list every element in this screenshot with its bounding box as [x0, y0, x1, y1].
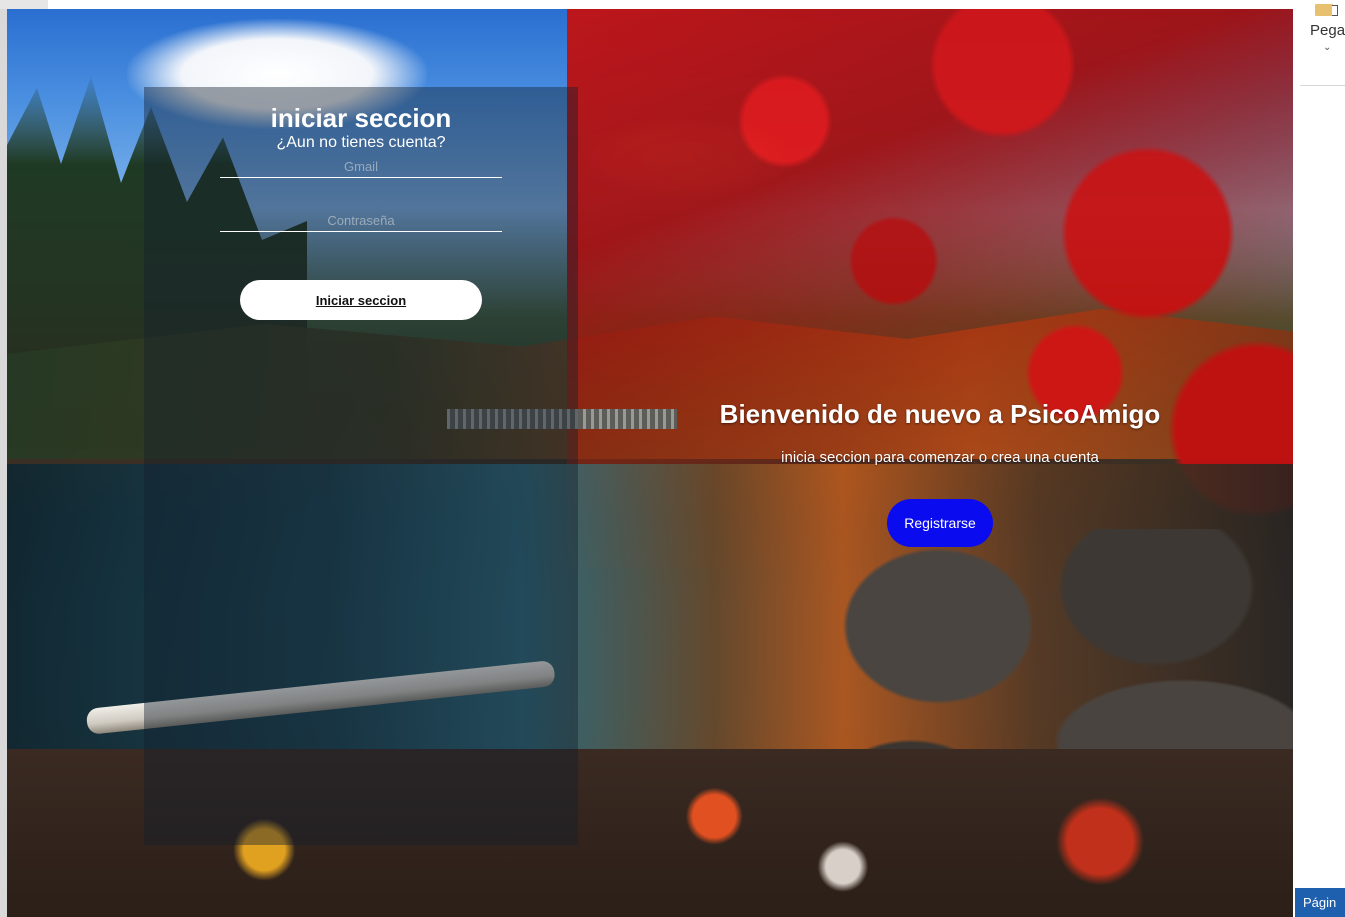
- left-window-edge: [0, 0, 7, 917]
- welcome-title: Bienvenido de nuevo a PsicoAmigo: [719, 399, 1161, 429]
- paste-icon[interactable]: [1315, 4, 1338, 16]
- paste-label[interactable]: Pega: [1310, 22, 1345, 39]
- register-button[interactable]: Registrarse: [887, 499, 993, 547]
- welcome-subtitle: inicia seccion para comenzar o crea una …: [781, 449, 1099, 466]
- ribbon-divider: [1300, 85, 1345, 86]
- page-status-indicator: Págin: [1295, 888, 1345, 917]
- left-window-tab: [0, 0, 48, 9]
- login-panel: iniciar seccion ¿Aun no tienes cuenta? I…: [144, 87, 578, 845]
- chevron-down-icon[interactable]: ⌄: [1323, 42, 1331, 53]
- background-window-fragment: [1293, 0, 1345, 917]
- email-input[interactable]: [220, 155, 502, 178]
- password-input[interactable]: [220, 209, 502, 232]
- app-window: iniciar seccion ¿Aun no tienes cuenta? I…: [0, 0, 1345, 917]
- login-title: iniciar seccion: [270, 103, 452, 133]
- signup-prompt-link[interactable]: ¿Aun no tienes cuenta?: [144, 133, 578, 153]
- login-button[interactable]: Iniciar seccion: [240, 280, 482, 320]
